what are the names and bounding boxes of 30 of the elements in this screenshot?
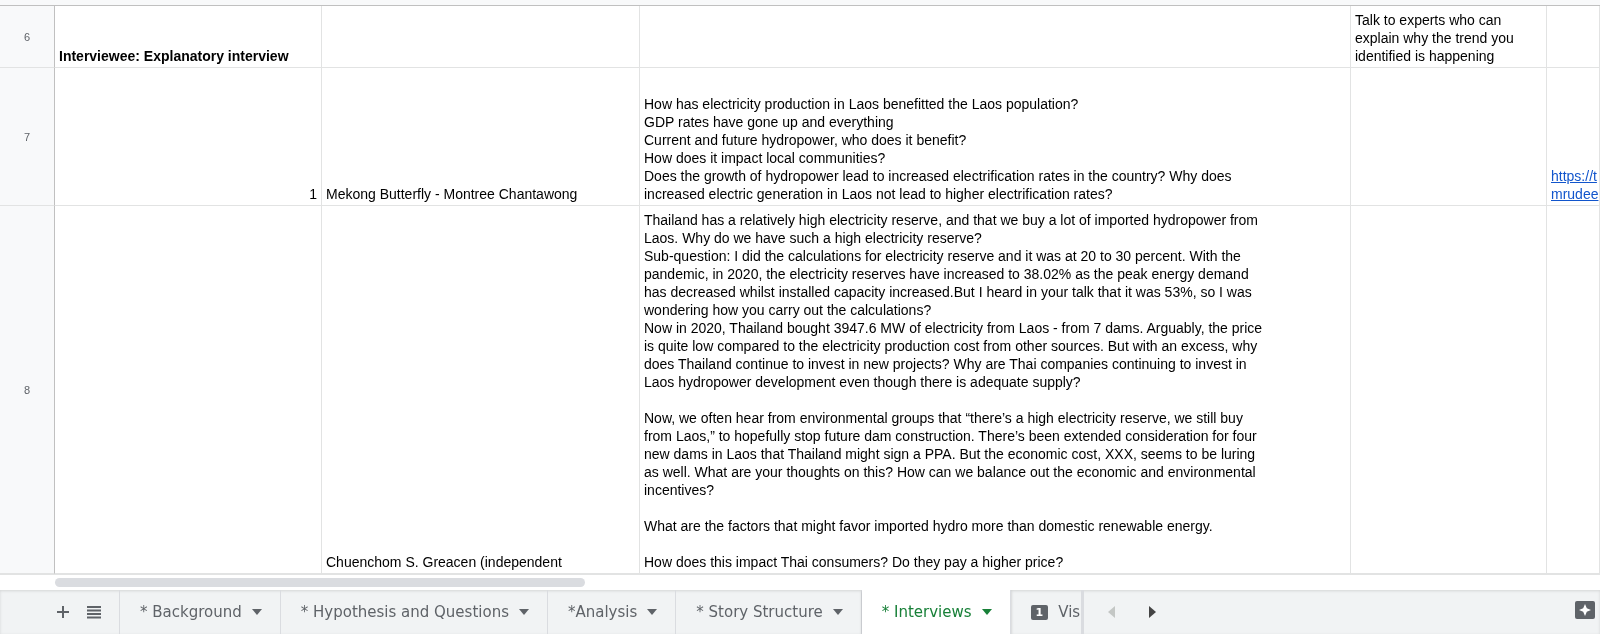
sheet-tab[interactable]: 1 Vis: [1010, 590, 1081, 634]
menu-icon[interactable]: [85, 605, 102, 619]
table-cell[interactable]: [640, 6, 1351, 68]
sheet-tab[interactable]: * Story Structure: [676, 590, 862, 634]
caret-icon: [981, 609, 992, 615]
table-cell[interactable]: https://t mrudee: [1547, 68, 1600, 206]
table-cell[interactable]: Talk to experts who can explain why the trend you identified is happening: [1351, 6, 1547, 68]
row-header[interactable]: 7: [0, 68, 55, 206]
caret-icon: [518, 609, 529, 615]
sheet-tab[interactable]: * Hypothesis and Questions: [280, 590, 548, 634]
table-cell[interactable]: How has electricity production in Laos benefitted the Laos population? GDP rates have gone up and everything Current and future hydropower, who does it benefit? How does it impact local communities? Does the growth of hydropower lead to increased electrification rates in the country? Why does increased electric generation in Laos not lead to higher electrification rates?: [640, 68, 1351, 206]
table-cell[interactable]: [1351, 68, 1547, 206]
table-cell[interactable]: Interviewee: Explanatory interview: [55, 6, 322, 68]
scroll-left-icon[interactable]: [1107, 606, 1116, 618]
row-header[interactable]: 8: [0, 206, 55, 574]
sheet-tab[interactable]: *Analysis: [547, 590, 677, 634]
table-cell[interactable]: [1547, 6, 1600, 68]
table-cell[interactable]: [322, 6, 640, 68]
comment-badge: 1: [1030, 604, 1049, 620]
scroll-right-icon[interactable]: [1147, 606, 1156, 618]
table-cell[interactable]: 1: [55, 68, 322, 206]
caret-icon: [832, 609, 843, 615]
caret-icon: [251, 609, 262, 615]
scrollbar-thumb[interactable]: [55, 578, 585, 587]
caret-icon: [647, 609, 658, 615]
row-header[interactable]: 6: [0, 6, 55, 68]
sheet-tab[interactable]: * Background: [120, 590, 281, 634]
sheet-tab[interactable]: * Interviews: [861, 590, 1011, 634]
table-cell[interactable]: Mekong Butterfly - Montree Chantawong: [322, 68, 640, 206]
plus-icon[interactable]: [56, 605, 70, 619]
